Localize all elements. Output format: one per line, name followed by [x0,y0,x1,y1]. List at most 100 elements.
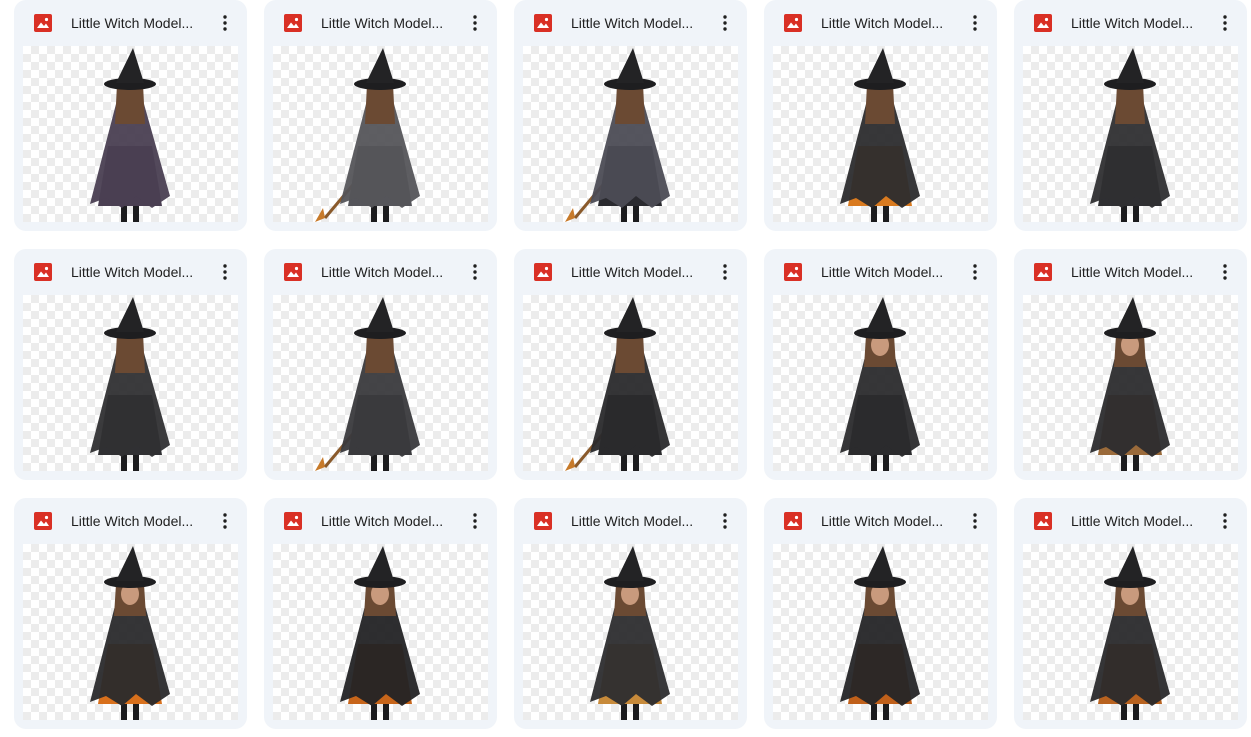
file-card-header: Little Witch Model... [514,498,747,544]
broom-bristles [565,457,575,471]
file-card-header: Little Witch Model... [14,249,247,295]
file-card[interactable]: Little Witch Model... [1014,249,1247,480]
more-options-button[interactable] [463,260,487,284]
witch-figure-image [315,297,420,471]
file-thumbnail[interactable] [1023,295,1238,471]
file-card[interactable]: Little Witch Model... [514,249,747,480]
witch-figure-image [565,48,670,222]
image-file-icon [1034,512,1052,530]
file-card[interactable]: Little Witch Model... [514,0,747,231]
witch-figure-image [1090,48,1170,222]
witch-figure-image [840,48,920,222]
file-card[interactable]: Little Witch Model... [264,249,497,480]
more-options-button[interactable] [463,509,487,533]
more-options-button[interactable] [713,509,737,533]
more-vert-icon [473,513,477,529]
more-options-button[interactable] [1213,509,1237,533]
witch-figure-image [90,297,170,471]
file-card-header: Little Witch Model... [764,249,997,295]
hat-cone [116,297,144,332]
file-title: Little Witch Model... [571,15,694,31]
image-file-icon [284,263,302,281]
file-card[interactable]: Little Witch Model... [514,498,747,729]
witch-figure-image [565,297,670,471]
image-file-icon [284,512,302,530]
file-card[interactable]: Little Witch Model... [14,498,247,729]
file-thumbnail[interactable] [23,46,238,222]
file-thumbnail[interactable] [523,544,738,720]
hat-cone [1116,546,1144,581]
more-vert-icon [723,264,727,280]
image-file-icon [784,512,802,530]
witch-figure-image [90,546,170,720]
broom-bristles [315,457,325,471]
file-card-header: Little Witch Model... [14,0,247,46]
file-card[interactable]: Little Witch Model... [764,498,997,729]
hat-cone [616,48,644,83]
more-options-button[interactable] [213,11,237,35]
more-options-button[interactable] [1213,260,1237,284]
hat-cone [366,546,394,581]
file-thumbnail[interactable] [523,46,738,222]
file-title: Little Witch Model... [571,264,694,280]
file-grid: Little Witch Model... Little Witch Model… [14,0,1247,729]
witch-figure-image [1090,297,1170,471]
hat-cone [1116,48,1144,83]
cape [90,602,170,706]
file-thumbnail[interactable] [273,46,488,222]
file-card[interactable]: Little Witch Model... [1014,498,1247,729]
file-card-header: Little Witch Model... [514,249,747,295]
file-thumbnail[interactable] [773,544,988,720]
more-options-button[interactable] [963,509,987,533]
file-card[interactable]: Little Witch Model... [264,498,497,729]
file-card-header: Little Witch Model... [1014,0,1247,46]
file-thumbnail[interactable] [273,544,488,720]
file-thumbnail[interactable] [273,295,488,471]
file-thumbnail[interactable] [773,295,988,471]
file-card-header: Little Witch Model... [1014,249,1247,295]
image-file-icon [34,14,52,32]
more-options-button[interactable] [1213,11,1237,35]
file-title: Little Witch Model... [321,264,444,280]
file-title: Little Witch Model... [1071,513,1194,529]
file-card[interactable]: Little Witch Model... [764,249,997,480]
more-options-button[interactable] [213,509,237,533]
file-thumbnail[interactable] [1023,544,1238,720]
cape [590,602,670,706]
file-card[interactable]: Little Witch Model... [264,0,497,231]
more-options-button[interactable] [963,260,987,284]
more-options-button[interactable] [713,11,737,35]
more-options-button[interactable] [963,11,987,35]
broom-bristles [565,208,575,222]
file-card[interactable]: Little Witch Model... [14,0,247,231]
file-title: Little Witch Model... [571,513,694,529]
more-options-button[interactable] [713,260,737,284]
file-thumbnail[interactable] [1023,46,1238,222]
more-vert-icon [473,264,477,280]
witch-figure-image [840,297,920,471]
more-vert-icon [973,264,977,280]
more-vert-icon [973,15,977,31]
file-thumbnail[interactable] [23,544,238,720]
file-title: Little Witch Model... [821,15,944,31]
hat-cone [116,546,144,581]
witch-figure-image [90,48,170,222]
file-thumbnail[interactable] [773,46,988,222]
file-title: Little Witch Model... [1071,15,1194,31]
more-options-button[interactable] [463,11,487,35]
image-file-icon [784,14,802,32]
file-thumbnail[interactable] [523,295,738,471]
more-options-button[interactable] [213,260,237,284]
file-card-header: Little Witch Model... [514,0,747,46]
cape [840,602,920,706]
image-file-icon [1034,14,1052,32]
file-card-header: Little Witch Model... [14,498,247,544]
more-vert-icon [223,264,227,280]
file-title: Little Witch Model... [321,513,444,529]
hat-cone [866,297,894,332]
file-card[interactable]: Little Witch Model... [1014,0,1247,231]
file-thumbnail[interactable] [23,295,238,471]
file-card[interactable]: Little Witch Model... [14,249,247,480]
image-file-icon [534,263,552,281]
file-card[interactable]: Little Witch Model... [764,0,997,231]
